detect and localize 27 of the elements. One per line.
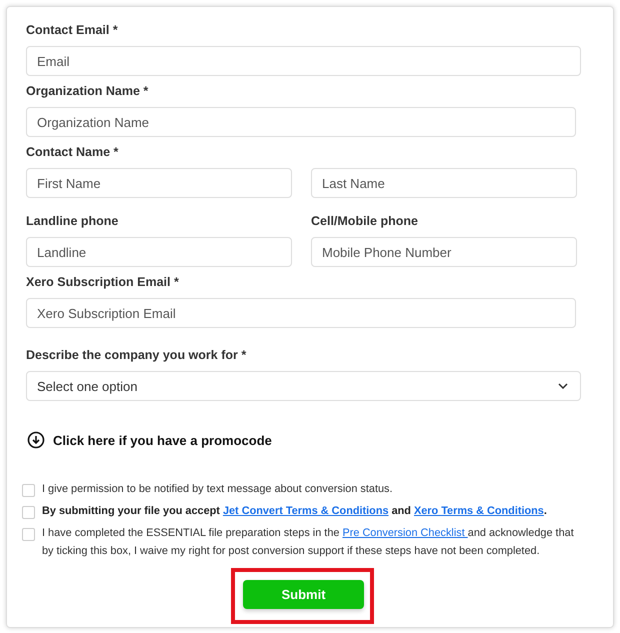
input-field[interactable]: Mobile Phone Number (311, 237, 577, 267)
input-field[interactable]: Organization Name (26, 107, 576, 137)
checkbox[interactable] (22, 506, 35, 519)
consent-text: By submitting your file you accept Jet Convert Terms & Conditions and Xero Terms & Conditions. (42, 504, 547, 519)
input-field[interactable]: First Name (26, 168, 292, 198)
field-label: Xero Subscription Email * (26, 275, 180, 291)
input-field[interactable]: Xero Subscription Email (26, 298, 576, 328)
checkbox[interactable] (22, 484, 35, 497)
dropdown[interactable]: Select one option (26, 371, 581, 401)
link[interactable]: Pre Conversion Checklist (342, 527, 468, 539)
field-label: Organization Name * (26, 84, 150, 100)
field-label: Landline phone (26, 214, 120, 230)
link[interactable]: Jet Convert Terms & Conditions (222, 505, 389, 517)
field-label: Contact Name * (26, 145, 120, 161)
input-field[interactable]: Landline (26, 237, 292, 267)
input-field[interactable]: Email (26, 46, 581, 76)
input-field[interactable]: Last Name (311, 168, 577, 198)
field-label: Describe the company you work for * (26, 348, 248, 364)
chevron-icon (558, 383, 568, 389)
field-label: Contact Email * (26, 23, 119, 39)
checkbox[interactable] (22, 528, 35, 541)
field-label: Cell/Mobile phone (311, 214, 419, 230)
promo-toggle[interactable]: Click here if you have a promocode (27, 431, 272, 449)
link[interactable]: Xero Terms & Conditions (414, 505, 544, 517)
submit-button[interactable]: Submit (243, 580, 364, 609)
consent-text: I have completed the ESSENTIAL file preparation steps in the Pre Conversion Checklist and acknowledge that by ticking this box, I waive my right for post conversion support if these steps have not been completed. (42, 526, 575, 559)
consent-text: I give permission to be notified by text message about conversion status. (42, 482, 393, 497)
